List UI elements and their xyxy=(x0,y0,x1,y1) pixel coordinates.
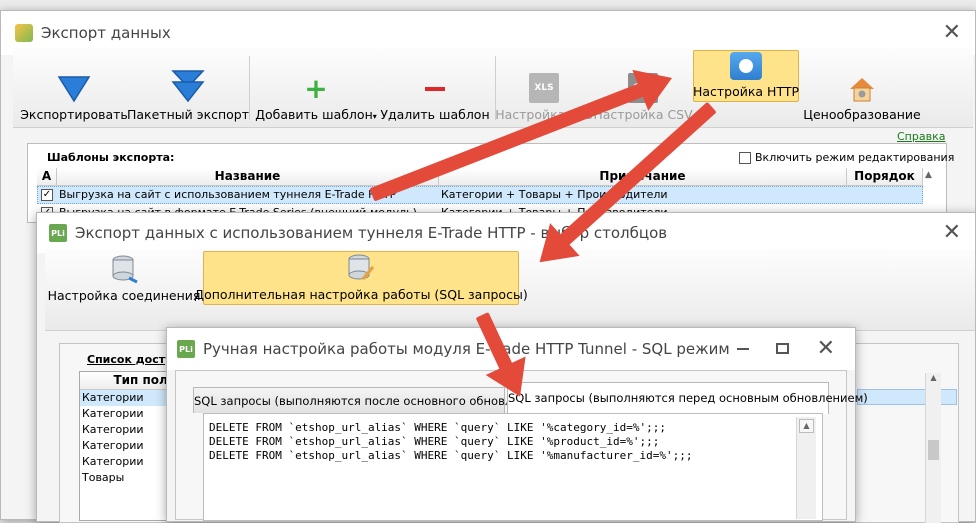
add-template-button[interactable]: + Добавить шаблон▾ xyxy=(255,48,377,128)
pricing-button[interactable]: Ценообразование xyxy=(803,48,921,128)
help-link[interactable]: Справка xyxy=(897,130,945,143)
export-button[interactable]: Экспортировать xyxy=(15,48,133,128)
xls-icon: XLS xyxy=(529,73,559,103)
right-scrollbar[interactable]: ▲ xyxy=(925,373,941,523)
scroll-up-icon[interactable]: ▲ xyxy=(926,373,941,382)
dropdown-caret-icon[interactable]: ▾ xyxy=(373,112,377,121)
maximize-icon[interactable] xyxy=(776,343,789,354)
advanced-settings-button[interactable]: Дополнительная настройка работы (SQL зап… xyxy=(194,251,528,305)
columns-toolbar: Настройка соединения Дополнительная наст… xyxy=(45,249,975,331)
database-edit-icon xyxy=(348,254,375,280)
plus-icon: + xyxy=(304,72,328,105)
templates-label: Шаблоны экспорта: xyxy=(47,151,175,164)
close-icon[interactable]: ✕ xyxy=(943,22,961,44)
connection-settings-button[interactable]: Настройка соединения xyxy=(48,249,200,309)
pli-icon: PLi xyxy=(49,224,67,242)
sql-line: DELETE FROM `etshop_url_alias` WHERE `qu… xyxy=(209,435,660,448)
sql-line: DELETE FROM `etshop_url_alias` WHERE `qu… xyxy=(209,449,693,462)
main-toolbar: Экспортировать Пакетный экспорт + Добави… xyxy=(13,48,973,128)
tab-after-update[interactable]: SQL запросы (выполняются после основного… xyxy=(193,387,546,413)
close-icon[interactable]: ✕ xyxy=(943,222,961,244)
window-title: Ручная настройка работы модуля E-Trade H… xyxy=(203,340,730,358)
title-bar: PLi Экспорт данных с использованием тунн… xyxy=(37,213,975,253)
download-arrow-icon xyxy=(57,76,91,103)
batch-export-button[interactable]: Пакетный экспорт xyxy=(127,48,249,128)
app-icon xyxy=(15,24,33,42)
edit-mode-checkbox[interactable] xyxy=(739,152,751,164)
database-connection-icon xyxy=(112,255,138,284)
row-checkbox[interactable]: ✓ xyxy=(41,189,53,201)
sql-mode-window: PLi Ручная настройка работы модуля E-Tra… xyxy=(166,327,868,522)
sql-line: DELETE FROM `etshop_url_alias` WHERE `qu… xyxy=(209,421,666,434)
http-settings-button[interactable]: Настройка HTTP xyxy=(693,50,799,102)
minimize-icon[interactable] xyxy=(737,348,749,350)
house-coin-icon xyxy=(850,78,874,102)
editor-scrollbar[interactable]: ▲ xyxy=(796,417,816,519)
window-title: Экспорт данных xyxy=(41,24,171,42)
row-note: Категории + Товары + Производители xyxy=(441,188,668,201)
scroll-thumb[interactable] xyxy=(928,440,939,460)
col-a[interactable]: A xyxy=(37,168,57,186)
scroll-up-icon[interactable]: ▲ xyxy=(799,419,814,433)
scroll-up-icon[interactable]: ▲ xyxy=(925,170,932,180)
sql-editor[interactable]: DELETE FROM `etshop_url_alias` WHERE `qu… xyxy=(203,413,823,521)
pli-icon: PLi xyxy=(177,340,195,358)
delete-template-button[interactable]: Удалить шаблон xyxy=(379,48,491,128)
close-icon[interactable]: ✕ xyxy=(817,338,835,360)
right-grid-row-highlight xyxy=(857,389,957,405)
double-arrow-icon xyxy=(171,70,205,103)
toolbar-separator xyxy=(249,56,250,120)
field-type-cell[interactable]: Товары xyxy=(80,469,124,487)
available-list-label: Список досту xyxy=(87,353,173,366)
edit-mode-label: Включить режим редактирования xyxy=(755,151,955,164)
col-order[interactable]: Порядок xyxy=(847,168,923,186)
minus-icon xyxy=(425,87,445,91)
tab-before-update[interactable]: SQL запросы (выполняются перед основным … xyxy=(507,382,868,414)
http-globe-icon xyxy=(730,52,762,80)
